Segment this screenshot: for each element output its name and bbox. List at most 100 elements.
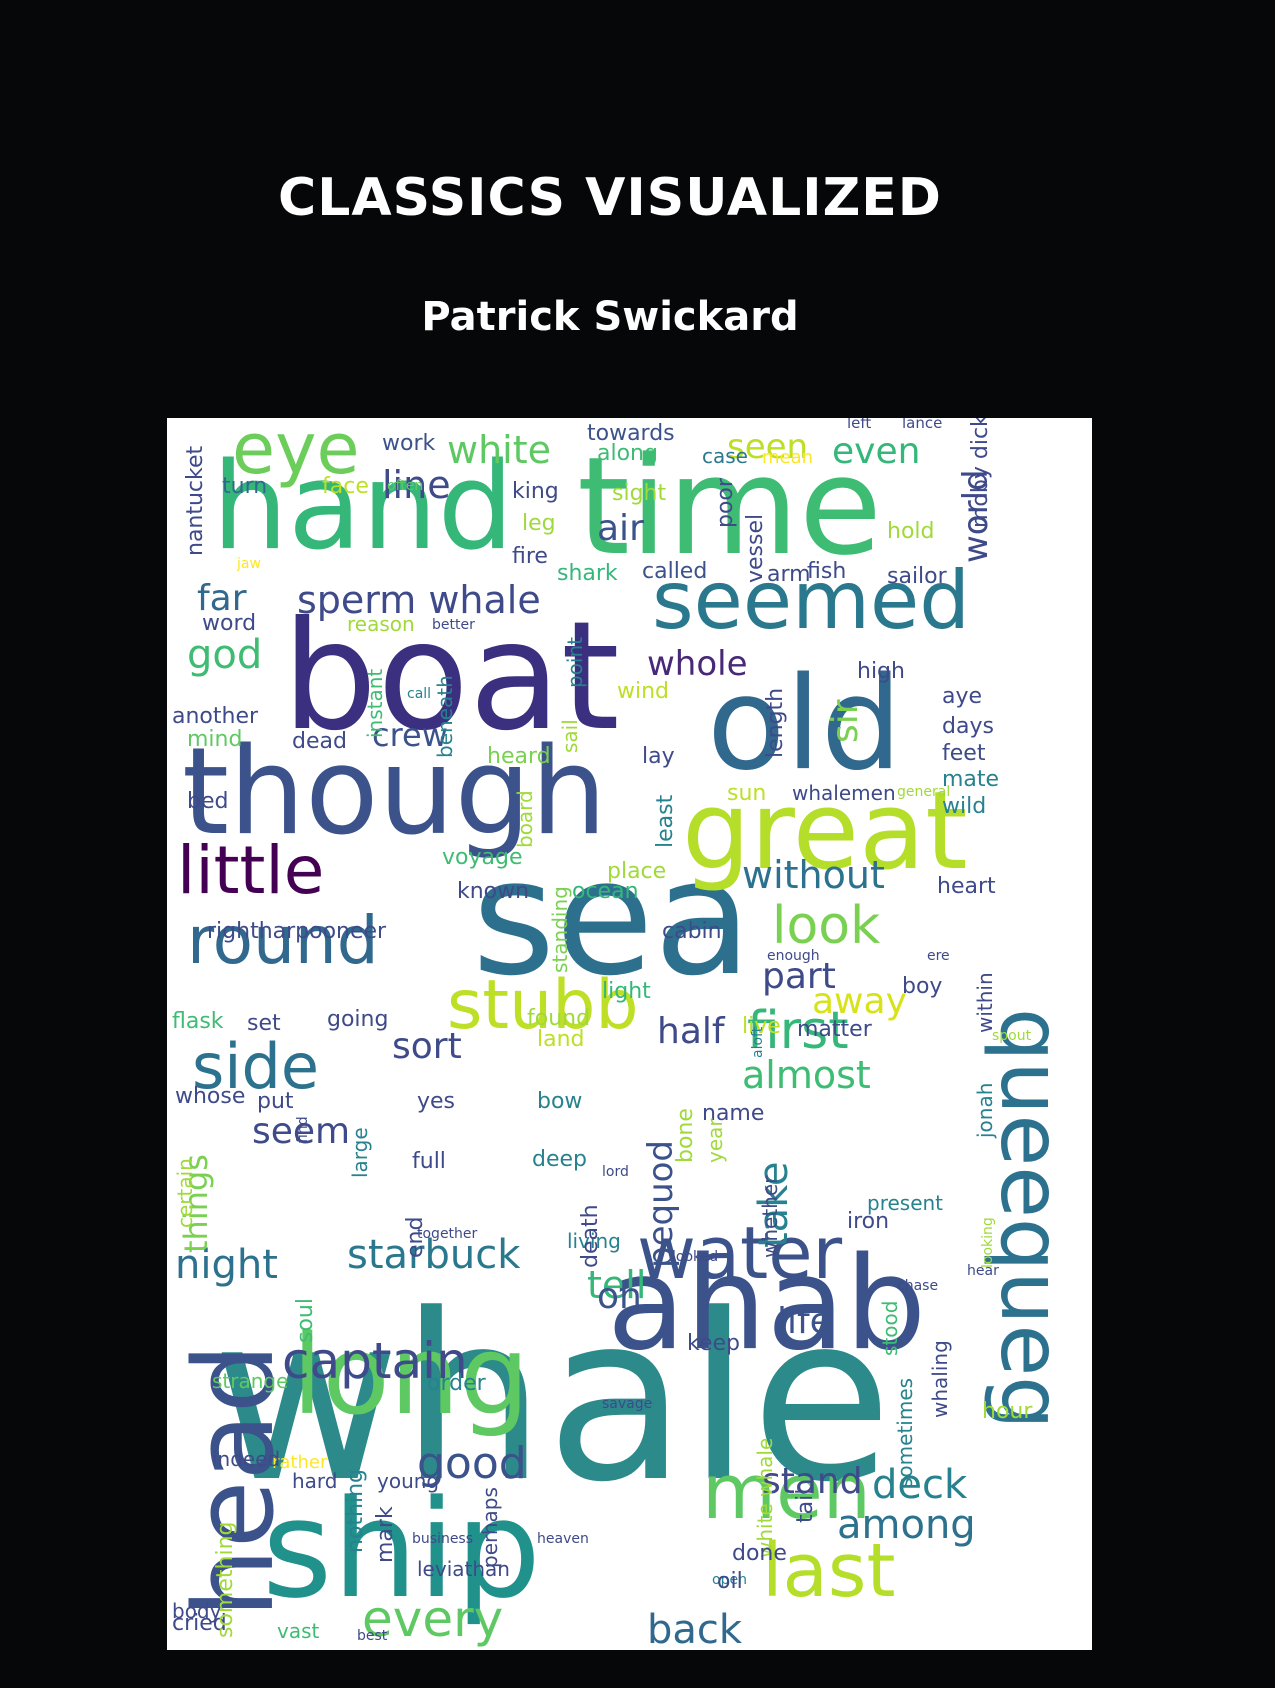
cloud-word-bed: bed	[187, 789, 228, 814]
cloud-word-arm: arm	[767, 562, 811, 587]
cloud-word-death: death	[578, 1204, 603, 1268]
cloud-word-whalemen: whalemen	[792, 781, 896, 805]
cloud-word-set: set	[247, 1011, 281, 1036]
cloud-word-face: face	[322, 474, 369, 499]
cloud-word-fire: fire	[512, 544, 548, 569]
cloud-word-instant: instant	[363, 669, 387, 738]
cloud-word-feet: feet	[942, 741, 986, 766]
cloud-word-find: find	[295, 1116, 311, 1143]
cloud-word-nothing: nothing	[343, 1469, 368, 1553]
cloud-word-along: along	[597, 441, 658, 466]
cloud-word-put: put	[257, 1089, 294, 1114]
cloud-word-another: another	[172, 704, 259, 729]
cloud-word-sometimes: sometimes	[893, 1378, 917, 1488]
cloud-word-life: life	[777, 1301, 832, 1342]
cloud-word-light: light	[602, 979, 651, 1004]
cloud-word-mate: mate	[942, 767, 999, 792]
cloud-word-call: call	[407, 686, 431, 702]
cloud-word-mark: mark	[373, 1506, 398, 1563]
cloud-word-mind: mind	[187, 727, 242, 752]
cloud-word-keep: keep	[687, 1331, 740, 1356]
cloud-word-spout: spout	[992, 1028, 1032, 1044]
cloud-word-indeed: indeed	[212, 1447, 280, 1471]
cloud-word-heart: heart	[937, 874, 996, 899]
cloud-word-boy: boy	[902, 974, 942, 999]
cloud-word-chase: chase	[897, 1278, 938, 1294]
cloud-word-matter: matter	[797, 1017, 873, 1042]
cloud-word-standing: standing	[548, 886, 572, 973]
cloud-word-cabin: cabin	[662, 919, 722, 944]
cloud-word-sperm-whale: sperm whale	[297, 578, 541, 622]
cloud-word-lay: lay	[642, 744, 675, 769]
cloud-word-sail: sail	[558, 719, 582, 753]
cloud-word-work: work	[382, 431, 435, 456]
cloud-word-better: better	[432, 617, 475, 633]
cloud-word-sir: sir	[825, 699, 866, 743]
cloud-word-looked: looked	[672, 1249, 718, 1265]
cloud-word-aloft: aloft	[750, 1026, 766, 1058]
cloud-word-white-whale: white whale	[753, 1438, 777, 1558]
cloud-word-jonah: jonah	[973, 1083, 997, 1139]
cloud-word-even: even	[832, 431, 920, 472]
cloud-word-deck: deck	[872, 1462, 968, 1508]
cloud-word-heard: heard	[487, 744, 551, 769]
cloud-word-away: away	[812, 981, 907, 1022]
cloud-word-look: look	[772, 896, 880, 956]
cloud-word-sort: sort	[392, 1026, 462, 1067]
cloud-word-case: case	[702, 444, 748, 468]
cloud-word-moby-dick: moby dick	[968, 418, 993, 528]
cloud-word-general: general	[897, 784, 950, 800]
cloud-word-whole: whole	[647, 644, 748, 684]
cloud-word-white: white	[447, 428, 551, 472]
cloud-word-aye: aye	[942, 684, 982, 709]
cloud-word-something: something	[213, 1522, 238, 1638]
cloud-word-vast: vast	[277, 1619, 320, 1643]
cloud-word-sight: sight	[612, 481, 666, 506]
cloud-word-lord: lord	[602, 1164, 629, 1180]
cloud-word-jaw: jaw	[236, 556, 261, 572]
cloud-word-oil: oil	[717, 1569, 743, 1594]
cloud-word-sailor: sailor	[887, 564, 948, 589]
word-cloud-panel: whale sea boat time hand old though great ahab sh…	[167, 418, 1092, 1650]
word-cloud: whaleseaboattimehandoldthough greatahabsh…	[170, 418, 1080, 1650]
cloud-word-tail: tail	[793, 1489, 818, 1523]
cloud-word-least: least	[653, 794, 678, 848]
cloud-word-end: end	[403, 1217, 428, 1258]
cloud-word-whaling: whaling	[928, 1340, 952, 1418]
cloud-word-sun: sun	[727, 781, 766, 806]
cloud-word-year: year	[703, 1118, 727, 1163]
cloud-word-left: left	[847, 418, 871, 432]
cloud-word-board: board	[513, 790, 537, 848]
cloud-word-land: land	[537, 1027, 585, 1052]
cloud-word-point: point	[563, 637, 587, 688]
cloud-word-bone: bone	[673, 1108, 698, 1163]
cloud-word-hour: hour	[982, 1399, 1033, 1424]
cloud-word-ere: ere	[927, 948, 950, 964]
cloud-word-savage: savage	[602, 1396, 652, 1412]
cloud-word-leg: leg	[522, 511, 556, 536]
cloud-word-among: among	[837, 1502, 976, 1548]
cloud-word-shark: shark	[557, 561, 618, 586]
cloud-word-vessel: vessel	[743, 514, 768, 583]
cloud-word-wind: wind	[617, 679, 669, 704]
cloud-word-yes: yes	[417, 1089, 455, 1114]
cloud-word-ocean: ocean	[572, 879, 639, 904]
cloud-word-within: within	[973, 972, 997, 1033]
cloud-word-poor: poor	[713, 477, 738, 528]
cloud-word-done: done	[732, 1541, 787, 1566]
cloud-word-rightharpooneer: rightharpooneer	[207, 919, 387, 944]
cloud-word-voyage: voyage	[442, 845, 522, 870]
cloud-word-called: called	[642, 559, 707, 584]
cloud-word-little: little	[177, 832, 324, 909]
cloud-word-often: often	[387, 478, 423, 494]
cloud-word-business: business	[412, 1531, 473, 1547]
cloud-word-certain: certain	[173, 1158, 197, 1228]
cloud-word-hold: hold	[887, 519, 934, 544]
cloud-word-bow: bow	[537, 1089, 582, 1114]
cloud-word-young: young	[377, 1469, 439, 1493]
cloud-word-queequeg: queequeg	[982, 1008, 1080, 1429]
book-cover: CLASSICS VISUALIZED Patrick Swickard wha…	[0, 0, 1275, 1688]
cloud-word-full: full	[412, 1149, 446, 1174]
cloud-word-iron: iron	[847, 1209, 889, 1234]
cloud-word-lance: lance	[902, 418, 942, 432]
